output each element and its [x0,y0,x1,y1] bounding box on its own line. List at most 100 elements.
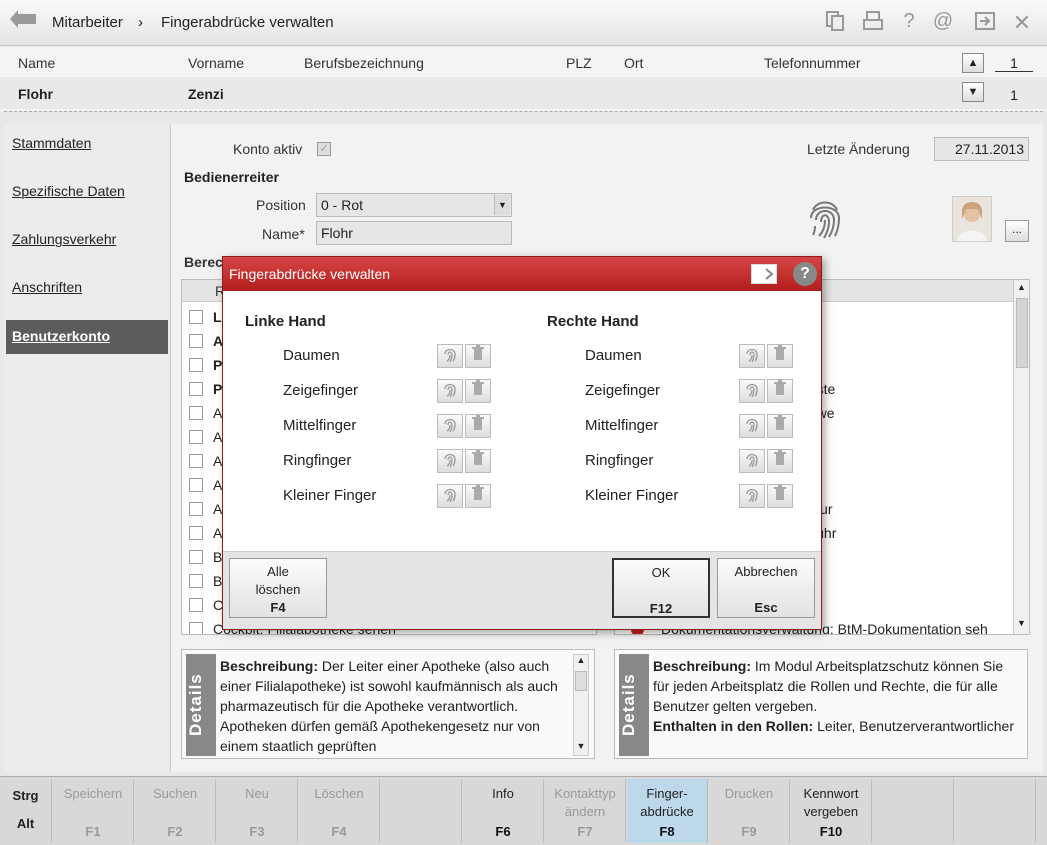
sidebar-item-anschriften[interactable]: Anschriften [12,279,82,295]
fkey-f2[interactable]: Suchen F2 [135,779,216,843]
trash-icon[interactable] [767,484,793,508]
row-checkbox[interactable] [189,550,203,564]
chevron-up-icon[interactable]: ▲ [1015,282,1028,296]
fkey-f6[interactable]: Info F6 [463,779,544,843]
cancel-button[interactable]: Abbrechen Esc [717,558,815,618]
scrollbar-thumb[interactable] [575,671,587,691]
row-checkbox[interactable] [189,382,203,396]
scroll-up-button[interactable]: ▲ [962,53,984,73]
fingerprint-scan-icon[interactable] [437,449,463,473]
dialog-title-bar: Fingerabdrücke verwalten ? [223,257,821,291]
fingerprint-scan-icon[interactable] [739,379,765,403]
row-checkbox[interactable] [189,526,203,540]
scroll-down-button[interactable]: ▼ [962,82,984,102]
fkey-f4[interactable]: Löschen F4 [299,779,380,843]
back-arrow-icon[interactable] [8,10,38,32]
right-finger-label: Daumen [585,347,642,364]
clear-all-button[interactable]: Alle löschen F4 [229,558,327,618]
sidebar-item-spezifische-daten[interactable]: Spezifische Daten [12,183,125,199]
close-icon[interactable]: ✕ [1009,10,1035,36]
col-ort: Ort [624,55,644,71]
fkey-empty[interactable] [381,779,462,843]
trash-icon[interactable] [465,449,491,473]
fkey-f10-label: Kennwort vergeben [803,786,859,819]
sidebar-item-benutzerkonto[interactable]: Benutzerkonto [6,320,168,354]
strg-label[interactable]: Strg [0,787,51,805]
fkey-empty[interactable] [873,779,954,843]
row-checkbox[interactable] [189,358,203,372]
trash-icon[interactable] [767,449,793,473]
sidebar-item-zahlungsverkehr[interactable]: Zahlungsverkehr [12,231,116,247]
roles-text: Leiter, Benutzerverantwortlicher [817,718,1014,734]
trash-icon[interactable] [767,344,793,368]
details-tab-left[interactable]: Details [186,654,216,756]
fingerprint-scan-icon[interactable] [437,344,463,368]
fkey-f3[interactable]: Neu F3 [217,779,298,843]
description-left: Beschreibung: Der Leiter einer Apotheke … [220,656,566,756]
description-label: Beschreibung: [220,658,319,674]
employee-row[interactable] [0,77,1047,109]
fingerprint-scan-icon[interactable] [437,379,463,403]
position-select[interactable]: 0 - Rot ▼ [316,193,512,217]
trash-icon[interactable] [465,414,491,438]
details-panel-right: Details Beschreibung: Im Modul Arbeitspl… [614,649,1028,759]
scrollbar-thumb[interactable] [1016,298,1028,368]
row-checkbox[interactable] [189,454,203,468]
row-label: A [213,405,223,421]
function-key-bar: Strg Alt Speichern F1 Suchen F2 Neu F3 Löschen… [0,776,1047,845]
row-label: P [213,357,223,373]
fingerprint-scan-icon[interactable] [739,484,765,508]
trash-icon[interactable] [465,484,491,508]
fingerprint-scan-icon[interactable] [437,414,463,438]
fkey-f10-key: F10 [819,824,843,839]
chevron-down-icon[interactable]: ▼ [575,741,587,751]
row-checkbox[interactable] [189,430,203,444]
fkey-empty[interactable] [955,779,1036,843]
chevron-down-icon[interactable]: ▼ [494,195,510,215]
fingerprint-scan-icon[interactable] [437,484,463,508]
page-title: Fingerabdrücke verwalten [161,14,334,31]
fkey-f3-key: F3 [249,824,265,839]
row-checkbox[interactable] [189,334,203,348]
breadcrumb-mitarbeiter[interactable]: Mitarbeiter [52,14,123,31]
row-checkbox[interactable] [189,310,203,324]
fingerprint-scan-icon[interactable] [739,414,765,438]
konto-aktiv-checkbox[interactable]: ✓ [317,142,331,156]
fkey-f9[interactable]: Drucken F9 [709,779,790,843]
fkey-f7[interactable]: Kontakttyp ändern F7 [545,779,626,843]
trash-icon[interactable] [465,344,491,368]
chevron-up-icon[interactable]: ▲ [574,655,588,665]
position-label: Position [256,197,306,213]
name-input[interactable]: Flohr [316,221,512,245]
scrollbar[interactable]: ▲ ▼ [573,654,589,756]
fingerprint-scan-icon[interactable] [739,344,765,368]
row-checkbox[interactable] [189,622,203,634]
dialog-export-icon[interactable] [751,264,777,284]
trash-icon[interactable] [465,379,491,403]
dialog-help-icon[interactable]: ? [793,262,817,286]
scrollbar[interactable]: ▲ ▼ [1013,280,1029,634]
at-icon[interactable]: @ [930,10,956,33]
copy-icon[interactable] [822,10,848,38]
print-icon[interactable] [860,10,886,38]
trash-icon[interactable] [767,379,793,403]
exit-window-icon[interactable] [972,10,998,38]
details-tab-right[interactable]: Details [619,654,649,756]
row-checkbox[interactable] [189,574,203,588]
left-finger-label: Ringfinger [283,452,352,469]
row-checkbox[interactable] [189,478,203,492]
fkey-f1[interactable]: Speichern F1 [53,779,134,843]
avatar-more-button[interactable]: ... [1005,220,1029,242]
chevron-down-icon[interactable]: ▼ [1015,618,1028,632]
row-checkbox[interactable] [189,598,203,612]
row-checkbox[interactable] [189,406,203,420]
help-icon[interactable]: ? [896,10,922,33]
alt-label[interactable]: Alt [0,815,51,833]
fkey-f10[interactable]: Kennwort vergeben F10 [791,779,872,843]
fkey-f8[interactable]: Finger-abdrücke F8 [627,779,708,843]
sidebar-item-stammdaten[interactable]: Stammdaten [12,135,91,151]
trash-icon[interactable] [767,414,793,438]
fingerprint-scan-icon[interactable] [739,449,765,473]
ok-button[interactable]: OK F12 [612,558,710,618]
row-checkbox[interactable] [189,502,203,516]
